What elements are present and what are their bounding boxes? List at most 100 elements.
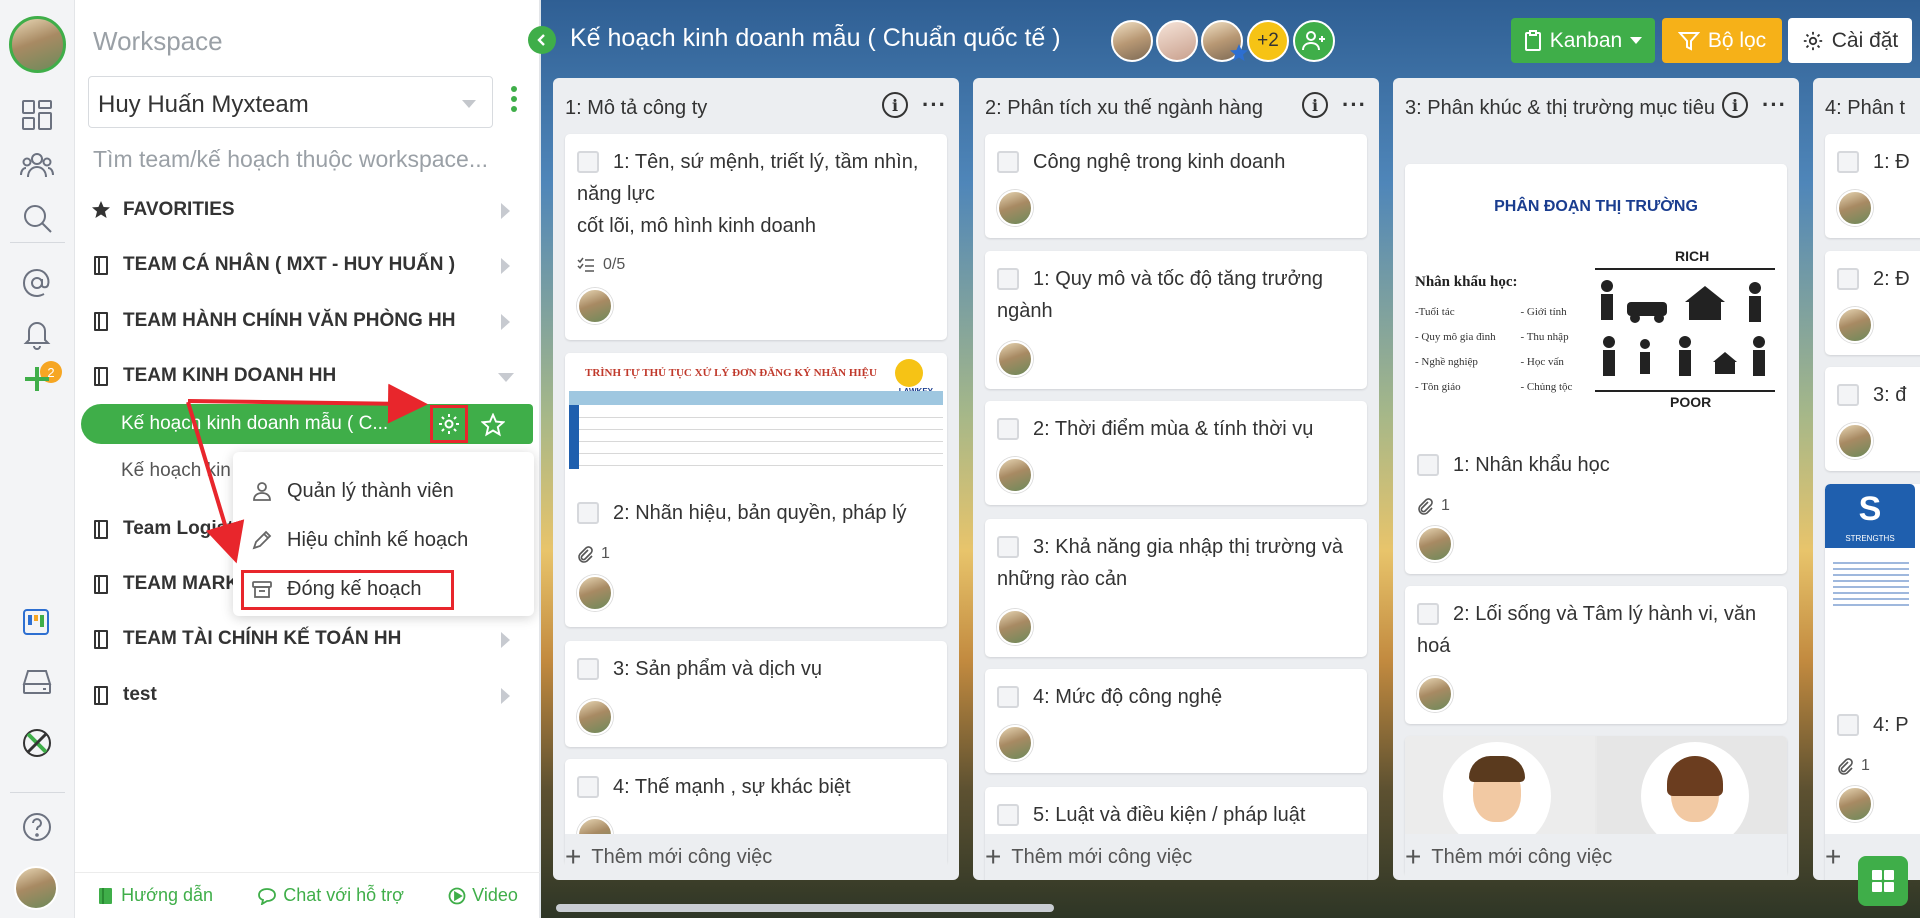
apps-grid-button[interactable] bbox=[1858, 856, 1908, 906]
board-column: 3: Phân khúc & thị trường mục tiêu i ··· … bbox=[1393, 78, 1799, 880]
edit-plan-menu-item[interactable]: Hiệu chỉnh kế hoạch bbox=[233, 515, 534, 565]
tree-item-favorites[interactable]: FAVORITIES bbox=[90, 190, 530, 230]
gear-icon[interactable] bbox=[430, 405, 468, 443]
board-header: Kế hoạch kinh doanh mẫu ( Chuẩn quốc tế … bbox=[528, 0, 1920, 78]
task-card[interactable]: 1: Đ bbox=[1825, 134, 1920, 238]
tree-item-team[interactable]: TEAM CÁ NHÂN ( MXT - HUY HUẤN ) bbox=[90, 245, 530, 285]
column-title: 2: Phân tích xu thế ngành hàng bbox=[985, 97, 1263, 119]
more-members-badge[interactable]: +2 bbox=[1247, 20, 1289, 62]
tree-item-team[interactable]: TEAM KINH DOANH HH bbox=[90, 356, 530, 396]
chat-support-link[interactable]: Chat với hỗ trợ bbox=[257, 885, 404, 906]
task-card[interactable]: 2: Thời điểm mùa & tính thời vụ bbox=[985, 401, 1367, 505]
manage-members-menu-item[interactable]: Quản lý thành viên bbox=[233, 466, 534, 516]
assignee-avatar[interactable] bbox=[997, 725, 1033, 761]
task-card[interactable]: 2: Đ bbox=[1825, 251, 1920, 355]
add-member-button[interactable] bbox=[1293, 20, 1335, 62]
collapse-sidebar-button[interactable] bbox=[528, 26, 556, 54]
settings-button[interactable]: Cài đặt bbox=[1788, 18, 1912, 63]
panel-footer: Hướng dẫn Chat với hỗ trợ Video bbox=[75, 872, 540, 918]
paperclip-icon bbox=[578, 546, 593, 563]
assignee-avatar[interactable] bbox=[1837, 190, 1873, 226]
book-icon bbox=[90, 518, 112, 540]
info-icon[interactable]: i bbox=[1722, 92, 1749, 118]
plan-item[interactable]: Kế hoạch kin bbox=[121, 460, 231, 482]
horizontal-scrollbar[interactable] bbox=[556, 904, 1054, 912]
drive-icon[interactable] bbox=[14, 658, 60, 704]
bell-icon[interactable] bbox=[14, 310, 60, 356]
chevron-right-icon[interactable] bbox=[501, 632, 510, 648]
chevron-right-icon[interactable] bbox=[501, 258, 510, 274]
assignee-avatar[interactable] bbox=[577, 288, 613, 324]
filter-icon bbox=[1677, 31, 1700, 51]
add-icon[interactable] bbox=[14, 356, 60, 402]
assignee-avatar[interactable] bbox=[1417, 676, 1453, 712]
task-card[interactable]: TRÌNH TỰ THỦ TỤC XỬ LÝ ĐƠN ĐĂNG KÝ NHÃN … bbox=[565, 353, 947, 627]
task-card[interactable]: 3: Khả năng gia nhập thị trường và những… bbox=[985, 519, 1367, 657]
task-card[interactable]: 1: Quy mô và tốc độ tăng trưởng ngành bbox=[985, 251, 1367, 389]
task-card[interactable]: 3: đ bbox=[1825, 367, 1920, 471]
video-link[interactable]: Video bbox=[448, 885, 518, 906]
user-avatar[interactable] bbox=[9, 16, 66, 73]
assignee-avatar[interactable] bbox=[577, 699, 613, 735]
task-card[interactable]: Công nghệ trong kinh doanh bbox=[985, 134, 1367, 238]
add-task-button[interactable]: + Thêm mới công việc bbox=[1405, 834, 1787, 880]
task-card[interactable]: 3: Sản phẩm và dịch vụ bbox=[565, 641, 947, 747]
mention-icon[interactable] bbox=[14, 260, 60, 306]
tree-item-team[interactable]: TEAM TÀI CHÍNH KẾ TOÁN HH bbox=[90, 619, 530, 659]
assignee-avatar[interactable] bbox=[1837, 423, 1873, 459]
assignee-avatar[interactable] bbox=[1417, 526, 1453, 562]
guide-link[interactable]: Hướng dẫn bbox=[97, 885, 213, 906]
more-horizontal-icon[interactable]: ··· bbox=[1762, 92, 1787, 118]
member-avatar[interactable] bbox=[1111, 20, 1153, 62]
paperclip-icon bbox=[1418, 498, 1433, 515]
checklist-icon bbox=[577, 257, 594, 272]
filter-button[interactable]: Bộ lọc bbox=[1662, 18, 1782, 63]
task-card[interactable]: PHÂN ĐOẠN THỊ TRƯỜNG Nhân khẩu học: -Tuổ… bbox=[1405, 164, 1787, 574]
admin-star-icon bbox=[1230, 44, 1248, 61]
task-card[interactable]: 2: Lối sống và Tâm lý hành vi, văn hoá bbox=[1405, 586, 1787, 724]
star-outline-icon[interactable] bbox=[478, 410, 508, 440]
task-card[interactable]: 4: Mức độ công nghệ bbox=[985, 669, 1367, 773]
chevron-right-icon[interactable] bbox=[501, 314, 510, 330]
workspace-select[interactable]: Huy Huấn Myxteam bbox=[88, 76, 493, 128]
book-icon bbox=[90, 254, 112, 276]
dashboard-icon[interactable] bbox=[14, 92, 60, 138]
workspace-search-input[interactable] bbox=[93, 146, 513, 173]
logo-icon bbox=[895, 359, 923, 387]
assignee-avatar[interactable] bbox=[997, 609, 1033, 645]
help-icon[interactable] bbox=[14, 804, 60, 850]
team-icon[interactable] bbox=[14, 142, 60, 188]
attachment-count: 1 bbox=[577, 545, 610, 563]
more-horizontal-icon[interactable]: ··· bbox=[922, 92, 947, 118]
tree-item-team[interactable]: TEAM HÀNH CHÍNH VĂN PHÒNG HH bbox=[90, 301, 530, 341]
chevron-right-icon[interactable] bbox=[501, 203, 510, 219]
assignee-avatar[interactable] bbox=[997, 190, 1033, 226]
assignee-avatar[interactable] bbox=[1837, 786, 1873, 822]
xmind-icon[interactable] bbox=[14, 720, 60, 766]
board-column: 1: Mô tả công ty i ··· 1: Tên, sứ mệnh, t… bbox=[553, 78, 959, 880]
search-icon[interactable] bbox=[14, 195, 60, 241]
info-icon[interactable]: i bbox=[882, 92, 909, 118]
assignee-avatar[interactable] bbox=[997, 457, 1033, 493]
more-horizontal-icon[interactable]: ··· bbox=[1342, 92, 1367, 118]
tree-item-team[interactable]: test bbox=[90, 675, 530, 715]
assignee-avatar[interactable] bbox=[577, 575, 613, 611]
assignee-avatar[interactable] bbox=[1837, 307, 1873, 343]
add-task-button[interactable]: + Thêm mới công việc bbox=[565, 834, 947, 880]
chevron-down-icon bbox=[462, 100, 476, 108]
book-icon bbox=[90, 310, 112, 332]
assignee-avatar[interactable] bbox=[997, 341, 1033, 377]
member-avatar[interactable] bbox=[1156, 20, 1198, 62]
chevron-right-icon[interactable] bbox=[501, 688, 510, 704]
book-open-icon bbox=[99, 887, 113, 904]
view-mode-button[interactable]: Kanban bbox=[1511, 18, 1655, 63]
profile-avatar[interactable] bbox=[14, 866, 58, 910]
more-vertical-icon[interactable] bbox=[511, 86, 519, 116]
kanban-app-icon[interactable] bbox=[14, 600, 60, 646]
task-card[interactable]: 1: Tên, sứ mệnh, triết lý, tầm nhìn, năn… bbox=[565, 134, 947, 340]
attachment-count: 1 bbox=[1417, 497, 1450, 515]
add-task-button[interactable]: + Thêm mới công việc bbox=[985, 834, 1367, 880]
task-card[interactable]: S STRENGTHS 4: P 1 bbox=[1825, 484, 1920, 880]
chevron-down-icon[interactable] bbox=[498, 373, 514, 382]
info-icon[interactable]: i bbox=[1302, 92, 1329, 118]
